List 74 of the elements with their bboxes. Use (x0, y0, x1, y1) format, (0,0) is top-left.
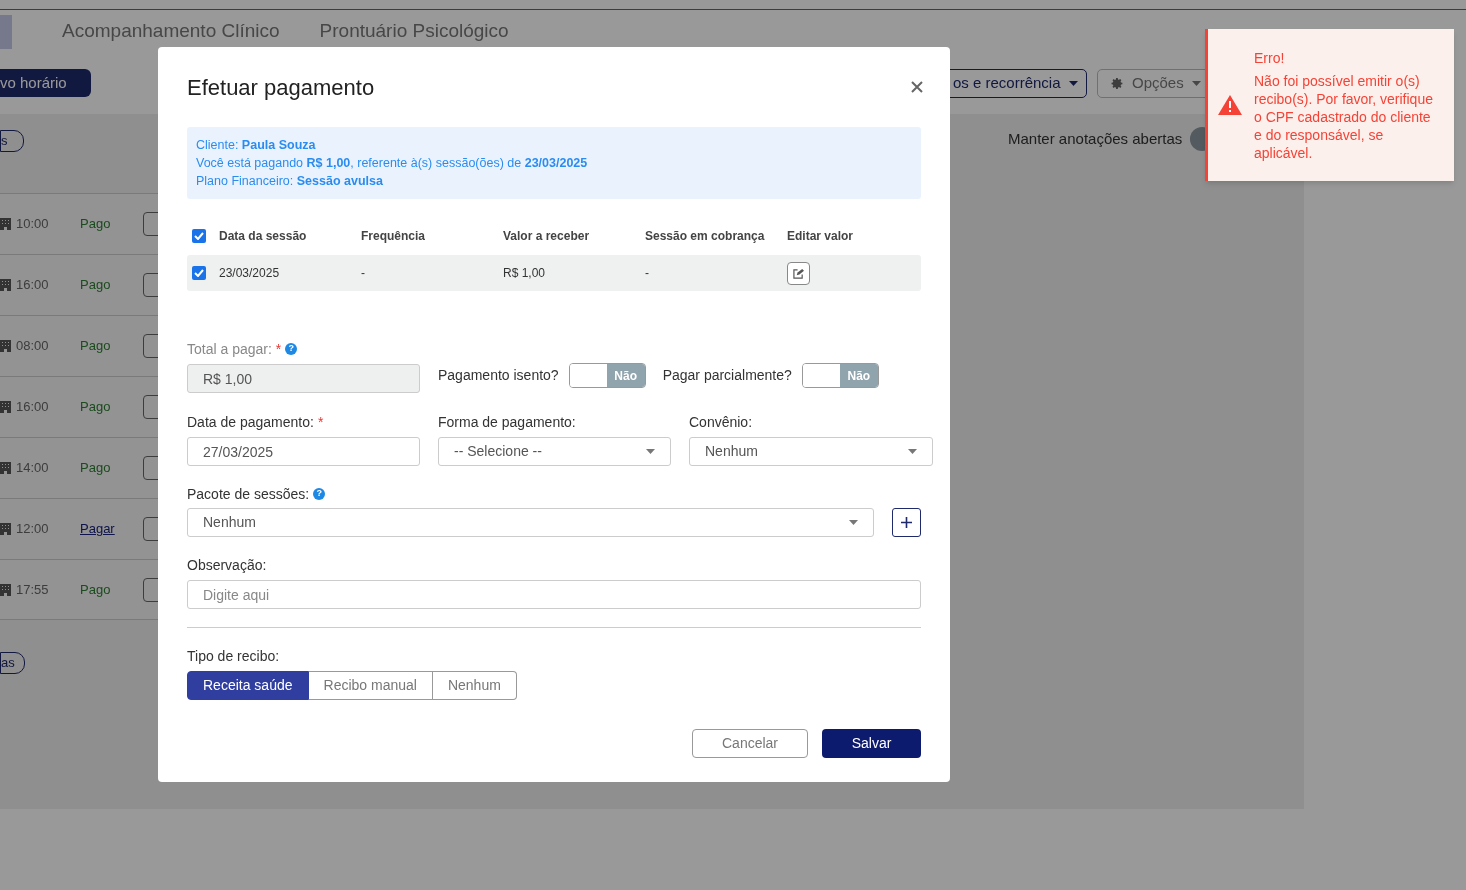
input-field[interactable]: 27/03/2025 (187, 437, 420, 466)
field-label: Total a pagar: (187, 339, 272, 359)
toast-title: Erro! (1254, 48, 1286, 67)
select-field[interactable]: Nenhum (689, 437, 933, 466)
filter-pill[interactable]: s (0, 130, 24, 152)
column-header: Valor a receber (503, 228, 591, 245)
payment-status: Pago (80, 398, 112, 417)
field-label: Data de pagamento: (187, 412, 314, 432)
field-label: Convênio: (689, 412, 753, 432)
edit-value-button[interactable] (787, 261, 810, 285)
filter-pill[interactable]: as (0, 652, 25, 674)
caret-icon (908, 449, 917, 454)
caret-icon (849, 520, 858, 525)
column-header: Sessão em cobrança (645, 228, 766, 245)
page-tab[interactable]: Prontuário Psicológico (319, 18, 509, 44)
input-field[interactable]: Digite aqui (187, 580, 921, 609)
tab-indicator (0, 15, 12, 49)
payment-status: Pago (80, 580, 112, 599)
payment-status: Pago (80, 215, 112, 234)
field-label: Pacote de sessões: (187, 484, 310, 504)
info-line: Plano Financeiro: Sessão avulsa (196, 173, 384, 190)
toast-message: Não foi possível emitir o(s) recibo(s). Por favor, verifique o CPF cadastrado do cliente e do responsável, se aplicável. (1254, 71, 1434, 162)
field-label: Forma de pagamento: (438, 412, 576, 432)
column-header: Editar valor (787, 228, 855, 245)
info-line: Cliente: Paula Souza (196, 137, 317, 154)
pay-link[interactable]: Pagar (80, 519, 143, 539)
field-label: Observação: (187, 555, 267, 575)
column-header: Data da sessão (219, 228, 308, 245)
help-icon: ? (285, 343, 298, 355)
warning-icon (1218, 95, 1242, 115)
payment-status: Pago (80, 276, 112, 295)
appointment-time: 14:00 (16, 459, 50, 478)
edit-icon (793, 267, 804, 279)
gear-icon (1111, 76, 1124, 90)
help-icon: ? (313, 488, 326, 500)
required-mark: * (317, 412, 324, 432)
page-tab[interactable]: Acompanhamento Clínico (62, 18, 280, 44)
info-line: Você está pagando R$ 1,00, referente à(s) sessão(ões) de 23/03/2025 (196, 155, 589, 172)
caret-icon (646, 449, 655, 454)
caret-icon (1191, 80, 1201, 86)
field-label: Tipo de recibo: (187, 646, 280, 666)
new-time-button[interactable]: vo horário (0, 69, 91, 97)
appointment-time: 16:00 (16, 276, 50, 295)
appointment-time: 10:00 (16, 215, 50, 234)
cancel-button[interactable]: Cancelar (692, 729, 808, 758)
field-label: Pagar parcialmente? (662, 366, 792, 385)
segment-option[interactable]: Receita saúde (187, 671, 309, 700)
plus-icon (900, 516, 913, 529)
payment-status: Pago (80, 337, 112, 356)
close-button[interactable] (909, 79, 925, 95)
add-button[interactable] (892, 508, 921, 537)
appointment-time: 08:00 (16, 337, 50, 356)
appointment-time: 16:00 (16, 398, 50, 417)
table-cell-text: - (361, 265, 366, 282)
select-field[interactable]: Nenhum (187, 508, 874, 537)
appointment-time: 12:00 (16, 520, 50, 539)
field-label: Pagamento isento? (438, 366, 559, 385)
segment-option[interactable]: Nenhum (432, 671, 517, 700)
checkbox[interactable] (192, 266, 206, 280)
close-icon (911, 81, 923, 93)
toggle-label: Manter anotações abertas (1008, 129, 1183, 149)
table-cell-text: - (645, 265, 650, 282)
caret-icon (1068, 80, 1078, 86)
select-field[interactable]: -- Selecione -- (438, 437, 671, 466)
checkbox[interactable] (192, 229, 206, 243)
save-button[interactable]: Salvar (822, 729, 921, 758)
payment-status: Pago (80, 459, 112, 478)
required-mark: * (275, 339, 282, 359)
dialog-title: Efetuar pagamento (187, 73, 375, 102)
appointment-time: 17:55 (16, 580, 50, 599)
segment-option[interactable]: Recibo manual (308, 671, 433, 700)
table-cell-text: R$ 1,00 (503, 265, 547, 282)
column-header: Frequência (361, 228, 427, 245)
table-cell-text: 23/03/2025 (219, 265, 281, 282)
